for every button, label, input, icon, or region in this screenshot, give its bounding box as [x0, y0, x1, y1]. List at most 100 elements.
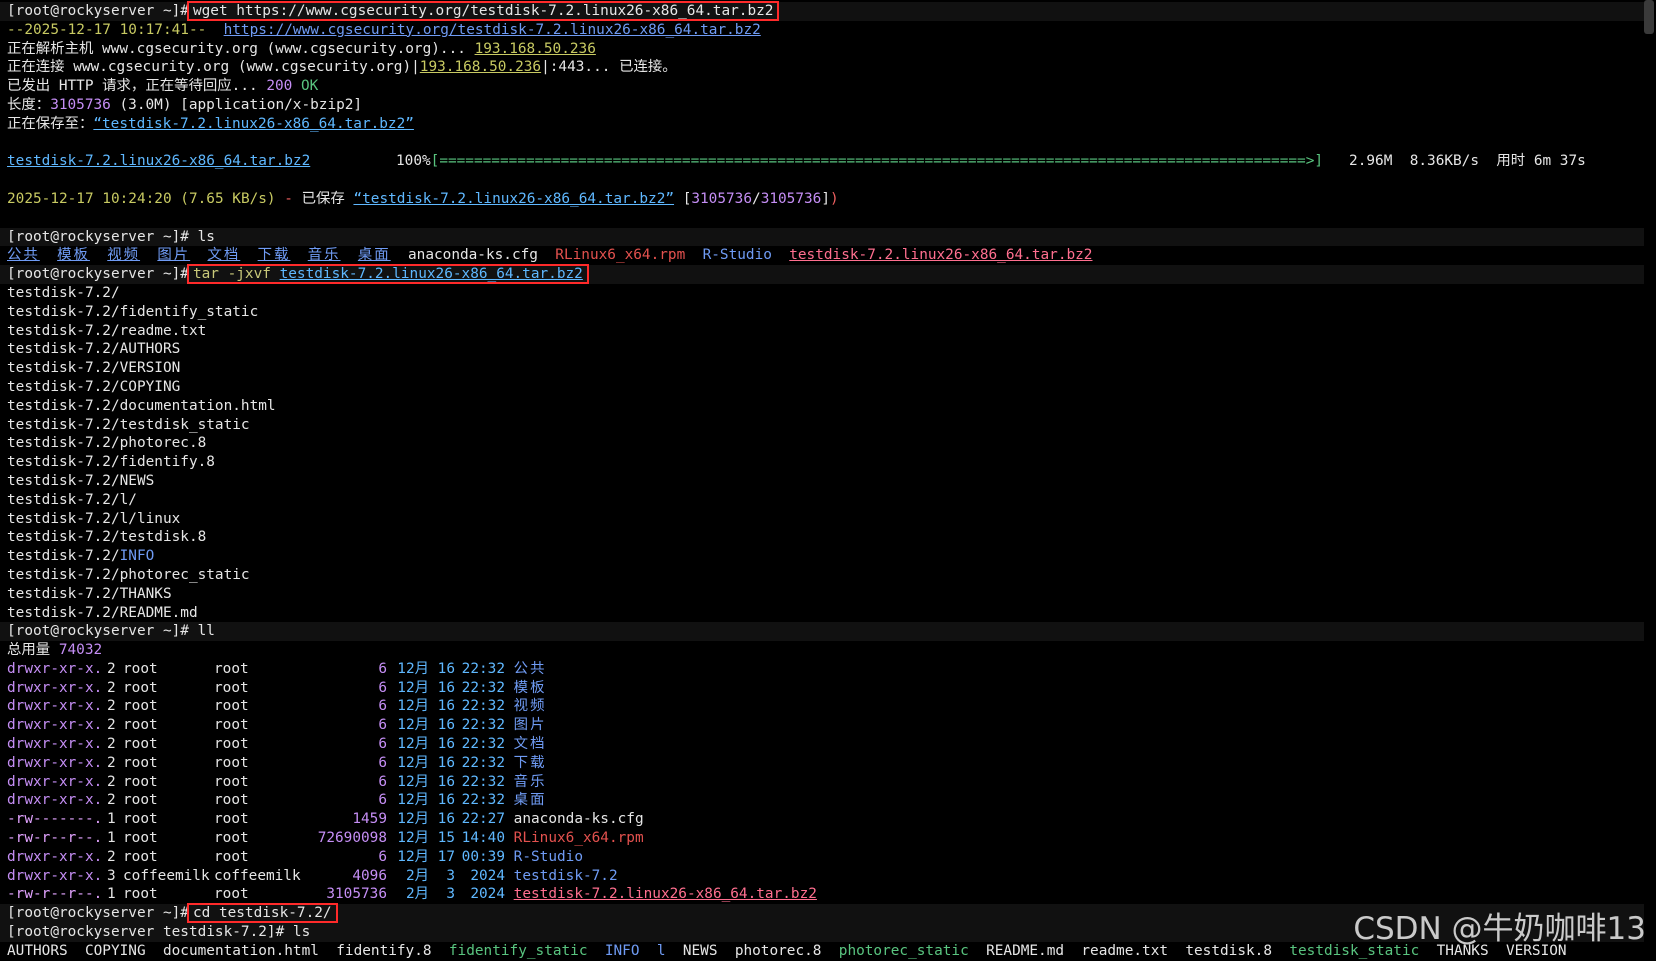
progress-bar: [=======================================… [430, 153, 1324, 170]
time: 22:32 [461, 679, 505, 696]
dir-listing-entry[interactable]: README.md [986, 943, 1064, 959]
http-code: 200 [266, 78, 293, 95]
dir-listing-entry[interactable]: photorec.8 [735, 943, 822, 959]
ll-row: drwxr-xr-x. 2 root root 6 12月 16 22:32 模板 [7, 679, 1637, 698]
dir-entry[interactable]: 图片 [157, 247, 190, 263]
link-count: 2 [107, 736, 116, 753]
dir-listing-entry[interactable]: NEWS [683, 943, 718, 959]
length-rest: (3.0M) [application/x-bzip2] [110, 96, 363, 113]
perm-string: drwxr-xr-x. [7, 660, 103, 677]
scrollbar-thumb[interactable] [1644, 0, 1654, 34]
dir-listing-entry[interactable]: fidentify.8 [336, 943, 431, 959]
file-name[interactable]: testdisk-7.2 [514, 868, 618, 884]
terminal-output[interactable]: [root@rockyserver ~]# wget https://www.cg… [0, 1, 1644, 961]
dir-entry[interactable]: 桌面 [358, 247, 391, 263]
owner: root [123, 698, 158, 715]
file-name[interactable]: 视频 [514, 698, 547, 714]
file-name[interactable]: anaconda-ks.cfg [514, 811, 644, 827]
file-name[interactable]: 文档 [514, 736, 547, 752]
dir-entry[interactable]: 下载 [258, 247, 291, 263]
file-name[interactable]: R-Studio [514, 849, 583, 865]
time: 22:32 [461, 698, 505, 715]
owner: root [123, 679, 158, 696]
file-name[interactable]: 模板 [514, 680, 547, 696]
file-size: 6 [378, 754, 387, 771]
file-name[interactable]: 图片 [514, 717, 547, 733]
group: root [214, 773, 249, 790]
file-name[interactable]: 桌面 [514, 792, 547, 808]
dir-listing-entry[interactable]: testdisk.8 [1185, 943, 1272, 959]
ll-row: -rw-r--r--. 1 root root 3105736 2月 3 2024 testd… [7, 885, 1637, 904]
dir-listing-entry[interactable]: INFO [605, 943, 640, 959]
dir-listing-entry[interactable]: readme.txt [1081, 943, 1168, 959]
tar-file-line: testdisk-7.2/COPYING [7, 378, 181, 395]
archive-entry[interactable]: testdisk-7.2.linux26-x86_64.tar.bz2 [789, 247, 1092, 263]
http-ok: OK [301, 78, 319, 95]
dir-entry[interactable]: 模板 [57, 247, 90, 263]
tar-file-line: testdisk-7.2/fidentify.8 [7, 454, 215, 471]
link-count: 1 [107, 830, 116, 847]
tar-file-line: testdisk-7.2/ [7, 284, 120, 301]
dir-listing-entry[interactable]: photorec_static [839, 943, 969, 959]
month: 12月 [397, 679, 429, 696]
month: 2月 [405, 867, 429, 884]
terminal-line: 总用量 74032 [7, 641, 1637, 660]
dir-listing-entry[interactable]: fidentify_static [449, 943, 588, 959]
download-url[interactable]: https://www.cgsecurity.org/testdisk-7.2.… [224, 22, 761, 38]
resolve-text: 正在解析主机 www.cgsecurity.org (www.cgsecurit… [7, 40, 475, 57]
day: 16 [437, 660, 455, 677]
month: 12月 [397, 848, 429, 865]
total-label: 总用量 [7, 642, 59, 659]
tar-info-prefix: testdisk-7.2/ [7, 548, 120, 565]
file-name[interactable]: 下载 [514, 755, 547, 771]
dir-listing-entry[interactable]: AUTHORS [7, 943, 68, 959]
link-count: 2 [107, 754, 116, 771]
file-name[interactable]: 音乐 [514, 774, 547, 790]
dir-entry[interactable]: R-Studio [703, 247, 772, 263]
group: root [214, 830, 249, 847]
dir-entry[interactable]: 文档 [208, 247, 241, 263]
perm-string: drwxr-xr-x. [7, 736, 103, 753]
tar-file-line: testdisk-7.2/THANKS [7, 585, 172, 602]
link-count: 2 [107, 717, 116, 734]
progress-time: 6m 37s [1533, 153, 1586, 170]
done-paren: ) [830, 190, 839, 207]
ls-output: 公共 模板 视频 图片 文档 下载 音乐 桌面 anaconda-ks.cfg … [7, 246, 1637, 265]
month: 12月 [397, 811, 429, 828]
owner: root [123, 660, 158, 677]
file-name[interactable]: testdisk-7.2.linux26-x86_64.tar.bz2 [514, 886, 817, 902]
month: 12月 [397, 830, 429, 847]
ll-row: drwxr-xr-x. 2 root root 6 12月 17 00:39 R-Studio [7, 848, 1637, 867]
ll-row: drwxr-xr-x. 3 coffeemilk coffeemilk 4096 2月 3 2… [7, 867, 1637, 886]
owner: root [123, 773, 158, 790]
connect-text: 正在连接 www.cgsecurity.org (www.cgsecurity.… [7, 59, 420, 76]
perm-string: -rw-r--r--. [7, 830, 103, 847]
dir-entry[interactable]: 音乐 [308, 247, 341, 263]
dir-listing-entry[interactable]: l [657, 943, 666, 959]
done-label: 已保存 [301, 190, 354, 207]
day: 16 [437, 754, 455, 771]
done-close: ] [821, 190, 831, 207]
ip-address: 193.168.50.236 [419, 59, 542, 76]
dir-entry[interactable]: 视频 [107, 247, 140, 263]
ll-row: -rw-------. 1 root root 1459 12月 16 22:27 anaco… [7, 810, 1637, 829]
terminal-line: 长度：3105736 (3.0M) [application/x-bzip2] [7, 96, 1637, 115]
time: 00:39 [461, 848, 505, 865]
day: 16 [437, 698, 455, 715]
dir-entry[interactable]: 公共 [7, 247, 40, 263]
file-name[interactable]: RLinux6_x64.rpm [514, 830, 644, 846]
file-size: 6 [378, 848, 387, 865]
file-name[interactable]: 公共 [514, 661, 547, 677]
done-rate: (7.65 KB/s) [180, 190, 276, 207]
progress-speed: 8.36KB/s [1409, 153, 1480, 170]
dir-listing-entry[interactable]: documentation.html [163, 943, 319, 959]
day: 16 [437, 736, 455, 753]
owner: root [123, 886, 158, 903]
file-size: 1459 [352, 811, 387, 828]
rpm-entry[interactable]: RLinux6_x64.rpm [555, 247, 685, 263]
file-entry[interactable]: anaconda-ks.cfg [408, 247, 538, 263]
month: 12月 [397, 754, 429, 771]
dir-listing-entry[interactable]: COPYING [85, 943, 146, 959]
done-size-a: 3105736 [691, 190, 753, 207]
timestamp: --2025-12-17 10:17:41-- [7, 21, 207, 38]
